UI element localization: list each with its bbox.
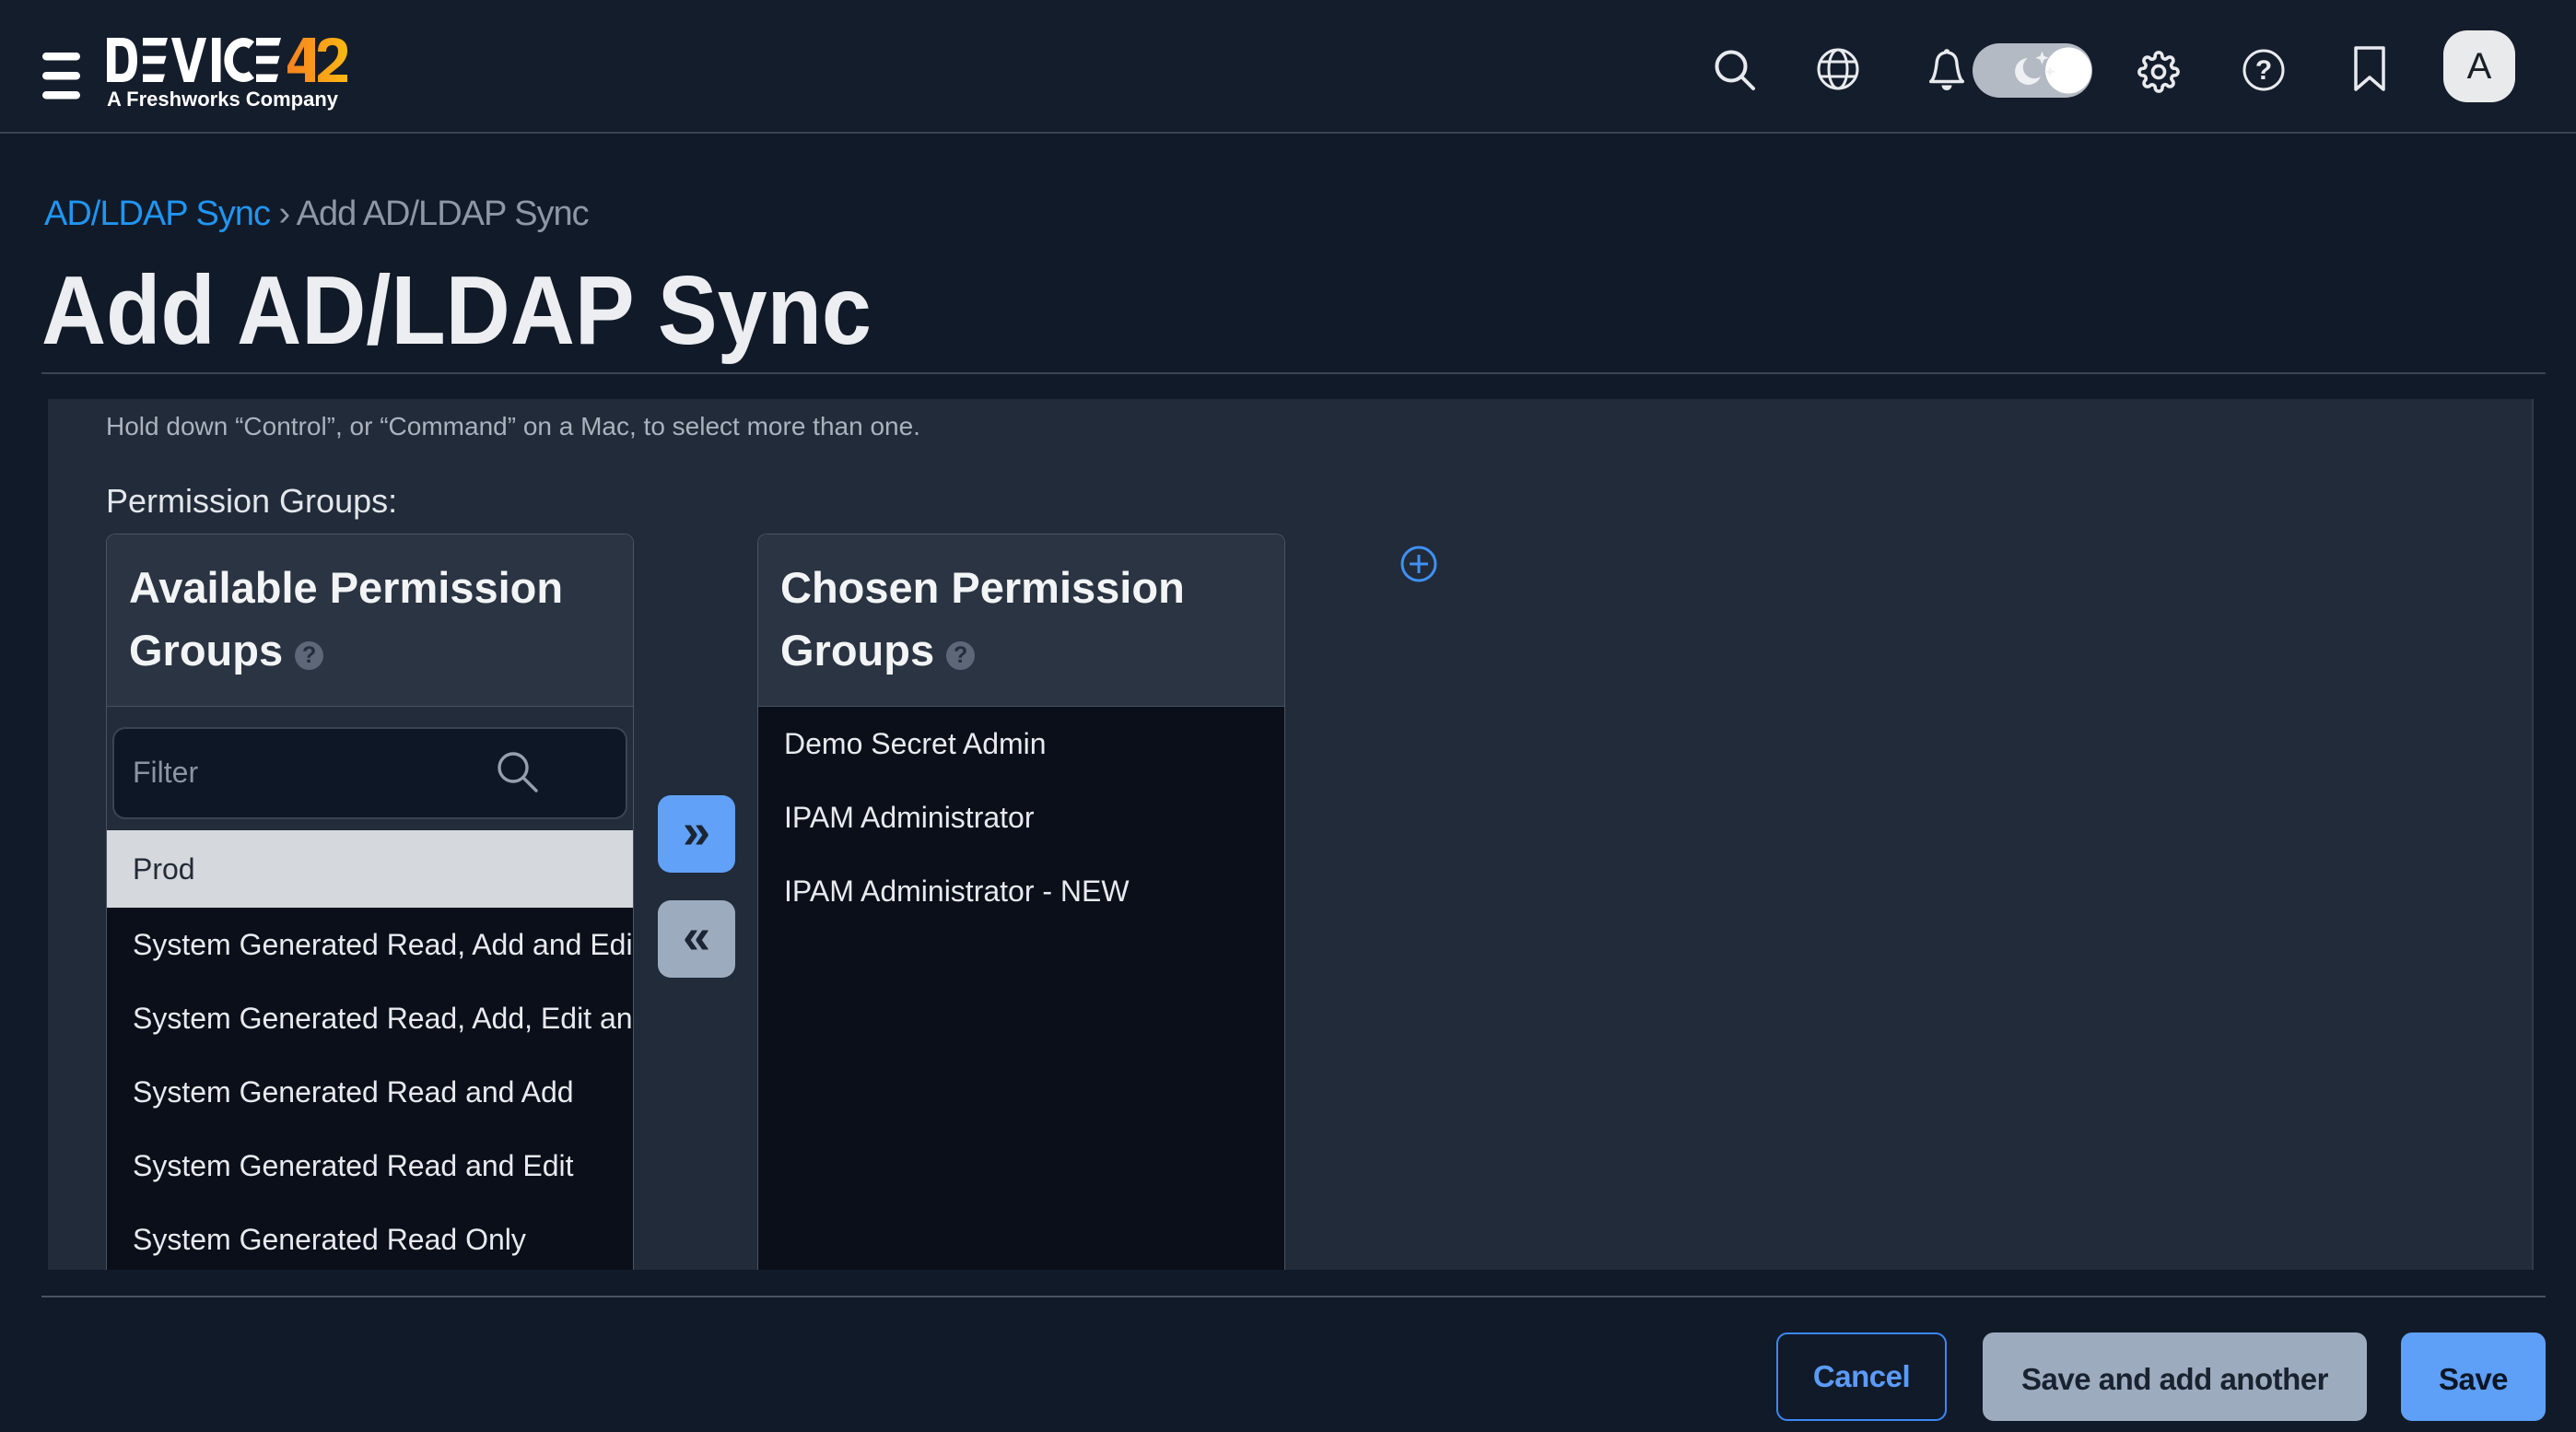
- svg-text:?: ?: [2255, 55, 2272, 86]
